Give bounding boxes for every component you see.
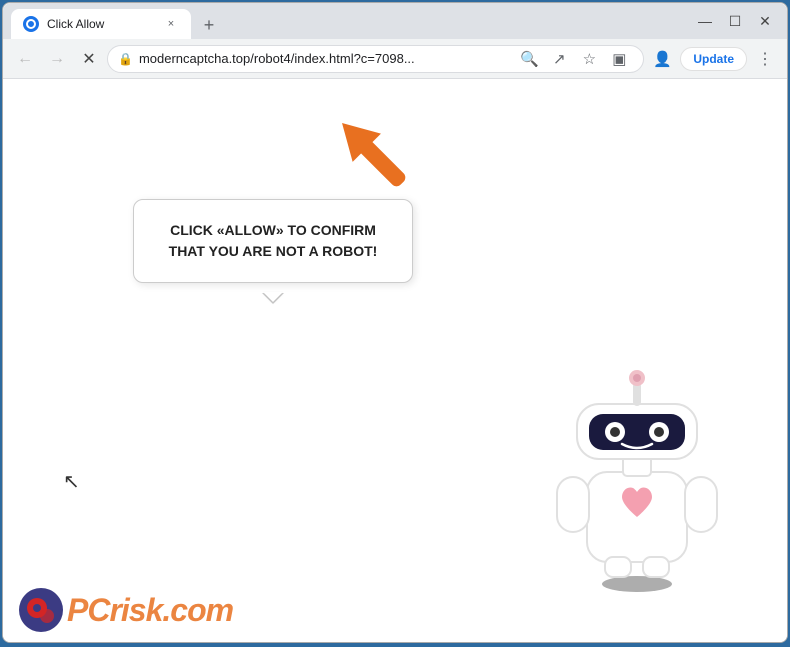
profile-icon[interactable]: 👤 <box>648 45 676 73</box>
pcrisk-watermark: PCrisk.com <box>19 588 233 632</box>
close-button[interactable]: ✕ <box>751 7 779 35</box>
mouse-cursor: ↖ <box>63 469 80 494</box>
update-button[interactable]: Update <box>680 47 747 71</box>
pc-text: PC <box>67 592 109 628</box>
robot-svg <box>547 362 727 592</box>
bookmark-icon[interactable]: ☆ <box>575 45 603 73</box>
speech-bubble: CLICK «ALLOW» TO CONFIRM THAT YOU ARE NO… <box>133 199 413 283</box>
nav-bar: ← → ✕ 🔒 moderncaptcha.top/robot4/index.h… <box>3 39 787 79</box>
back-button[interactable]: ← <box>11 45 39 73</box>
window-controls: — ☐ ✕ <box>691 7 779 35</box>
address-bar-icons: 🔍 ↗ ☆ ▣ <box>515 45 633 73</box>
tab-title: Click Allow <box>47 17 155 31</box>
url-text: moderncaptcha.top/robot4/index.html?c=70… <box>139 51 509 66</box>
maximize-button[interactable]: ☐ <box>721 7 749 35</box>
menu-button[interactable]: ⋮ <box>751 45 779 73</box>
pcrisk-text: PCrisk.com <box>67 592 233 629</box>
bubble-text: CLICK «ALLOW» TO CONFIRM THAT YOU ARE NO… <box>158 220 388 262</box>
reload-button[interactable]: ✕ <box>75 45 103 73</box>
reader-mode-icon[interactable]: ▣ <box>605 45 633 73</box>
minimize-button[interactable]: — <box>691 7 719 35</box>
tab-favicon <box>23 16 39 32</box>
forward-button[interactable]: → <box>43 45 71 73</box>
tab-close-button[interactable]: × <box>163 16 179 32</box>
page-content: CLICK «ALLOW» TO CONFIRM THAT YOU ARE NO… <box>3 79 787 642</box>
active-tab[interactable]: Click Allow × <box>11 9 191 39</box>
address-bar[interactable]: 🔒 moderncaptcha.top/robot4/index.html?c=… <box>107 45 644 73</box>
robot-illustration <box>547 362 727 582</box>
risk-text: risk.com <box>109 592 233 628</box>
share-icon[interactable]: ↗ <box>545 45 573 73</box>
new-tab-button[interactable]: + <box>195 11 223 39</box>
pcrisk-logo <box>19 588 63 632</box>
lock-icon: 🔒 <box>118 52 133 66</box>
tab-area: Click Allow × + <box>11 3 687 39</box>
browser-window: Click Allow × + — ☐ ✕ ← → ✕ 🔒 moderncapt… <box>2 2 788 643</box>
search-icon[interactable]: 🔍 <box>515 45 543 73</box>
title-bar: Click Allow × + — ☐ ✕ <box>3 3 787 39</box>
